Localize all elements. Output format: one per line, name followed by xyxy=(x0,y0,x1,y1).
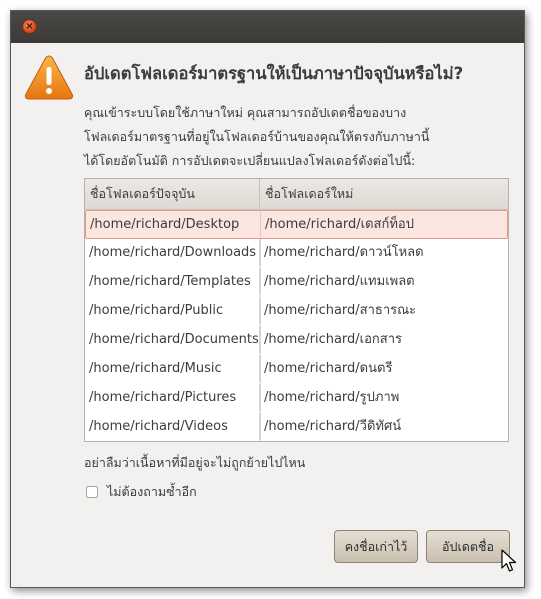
current-folder-cell: /home/richard/Documents xyxy=(85,326,260,353)
new-folder-cell: /home/richard/เอกสาร xyxy=(264,332,403,347)
table-row[interactable]: /home/richard/Documents /home/richard/เอ… xyxy=(85,326,508,355)
dont-ask-again-label[interactable]: ไม่ต้องถามซ้ำอีก xyxy=(107,482,197,502)
current-folder-cell: /home/richard/Desktop xyxy=(86,211,261,238)
current-folder-cell: /home/richard/Music xyxy=(85,355,260,382)
table-row[interactable]: /home/richard/Public /home/richard/สาธาร… xyxy=(85,297,508,326)
table-row[interactable]: /home/richard/Templates /home/richard/แท… xyxy=(85,268,508,297)
table-row[interactable]: /home/richard/Pictures /home/richard/รูป… xyxy=(85,384,508,413)
mouse-pointer-icon xyxy=(501,549,517,572)
new-folder-cell: /home/richard/วีดิทัศน์ xyxy=(264,419,402,434)
dialog-headline: อัปเดตโฟลเดอร์มาตรฐานให้เป็นภาษาปัจจุบัน… xyxy=(84,64,464,83)
dialog-window: × อัปเดตโฟลเดอร์มาตรฐานให้เป็นภาษาปัจจุบ… xyxy=(10,10,525,588)
title-bar[interactable]: × xyxy=(11,11,524,43)
new-folder-cell: /home/richard/ดาวน์โหลด xyxy=(264,245,424,260)
current-folder-cell: /home/richard/Pictures xyxy=(85,384,260,411)
content-not-moved-note: อย่าลืมว่าเนื้อหาที่มีอยู่จะไม่ถูกย้ายไป… xyxy=(84,455,306,470)
new-folder-cell: /home/richard/รูปภาพ xyxy=(264,390,400,405)
new-folder-cell: /home/richard/เดสก์ท็อป xyxy=(265,217,414,232)
new-folder-cell: /home/richard/ดนตรี xyxy=(264,361,393,376)
new-folder-cell: /home/richard/สาธารณะ xyxy=(264,303,417,318)
current-folder-cell: /home/richard/Videos xyxy=(85,413,260,440)
folder-rename-table[interactable]: ชื่อโฟลเดอร์ปัจจุบัน ชื่อโฟลเดอร์ใหม่ /h… xyxy=(84,178,509,442)
current-folder-cell: /home/richard/Templates xyxy=(85,268,260,295)
current-folder-cell: /home/richard/Downloads xyxy=(85,239,260,266)
dont-ask-again-checkbox[interactable] xyxy=(86,486,98,498)
update-names-button[interactable]: อัปเดตชื่อ xyxy=(426,530,510,563)
dont-ask-again-option[interactable]: ไม่ต้องถามซ้ำอีก xyxy=(86,483,197,501)
description-line: โฟลเดอร์มาตรฐานที่อยู่ในโฟลเดอร์บ้านของค… xyxy=(84,129,430,144)
description-line: ได้โดยอัตโนมัติ การอัปเดตจะเปลี่ยนแปลงโฟ… xyxy=(84,153,416,168)
table-row[interactable]: /home/richard/Music /home/richard/ดนตรี xyxy=(85,355,508,384)
description-line: คุณเข้าระบบโดยใช้ภาษาใหม่ คุณสามารถอัปเด… xyxy=(84,105,407,120)
column-header-new-name[interactable]: ชื่อโฟลเดอร์ใหม่ xyxy=(260,179,508,209)
dialog-description: คุณเข้าระบบโดยใช้ภาษาใหม่ คุณสามารถอัปเด… xyxy=(84,101,429,173)
table-row[interactable]: /home/richard/Downloads /home/richard/ดา… xyxy=(85,239,508,268)
column-header-current-name[interactable]: ชื่อโฟลเดอร์ปัจจุบัน xyxy=(85,179,260,209)
close-icon[interactable]: × xyxy=(22,19,37,34)
warning-icon xyxy=(24,55,74,100)
table-header: ชื่อโฟลเดอร์ปัจจุบัน ชื่อโฟลเดอร์ใหม่ xyxy=(85,179,508,210)
current-folder-cell: /home/richard/Public xyxy=(85,297,260,324)
table-row[interactable]: /home/richard/Videos /home/richard/วีดิท… xyxy=(85,413,508,441)
new-folder-cell: /home/richard/แทมเพลต xyxy=(264,274,415,289)
table-row[interactable]: /home/richard/Desktop /home/richard/เดสก… xyxy=(85,210,508,239)
keep-old-names-button[interactable]: คงชื่อเก่าไว้ xyxy=(334,530,418,563)
